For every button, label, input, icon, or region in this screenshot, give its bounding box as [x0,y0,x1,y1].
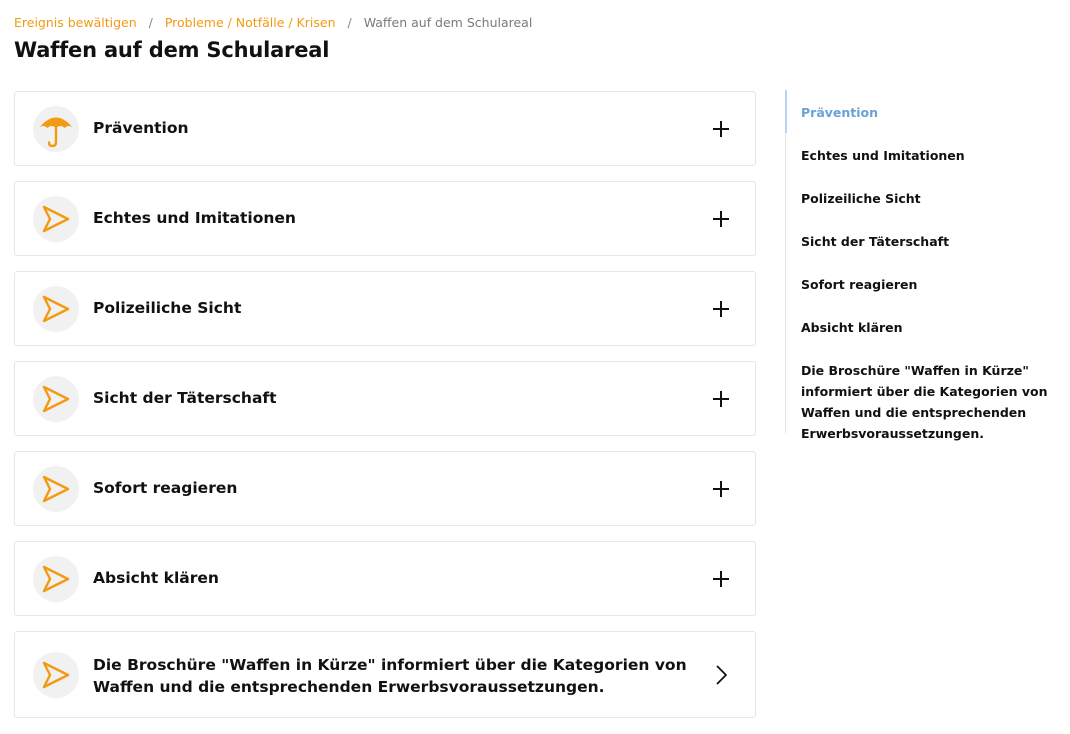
accordion-item-polizeiliche-sicht[interactable]: Polizeiliche Sicht [14,271,756,346]
paper-plane-icon [33,556,79,602]
toc-active-marker [785,90,787,133]
paper-plane-icon [33,652,79,698]
chevron-right-icon[interactable] [709,663,733,687]
breadcrumb-link-probleme[interactable]: Probleme / Notfälle / Krisen [165,15,336,30]
breadcrumb-current: Waffen auf dem Schulareal [363,15,533,30]
accordion-item-absicht-klaeren[interactable]: Absicht klären [14,541,756,616]
toc-item-praevention[interactable]: Prävention [801,102,1056,123]
plus-icon[interactable] [709,567,733,591]
accordion-item-label: Echtes und Imitationen [93,209,296,227]
toc-item-polizeiliche-sicht[interactable]: Polizeiliche Sicht [801,188,1056,209]
accordion-item-label: Sofort reagieren [93,479,238,497]
toc-item-echtes-imitationen[interactable]: Echtes und Imitationen [801,145,1056,166]
accordion-item-label: Prävention [93,119,189,137]
toc-item-broschuere[interactable]: Die Broschüre "Waffen in Kürze" informie… [801,360,1056,444]
plus-icon[interactable] [709,207,733,231]
umbrella-icon [33,106,79,152]
paper-plane-icon [33,286,79,332]
accordion-item-broschuere-link[interactable]: Die Broschüre "Waffen in Kürze" informie… [14,631,756,718]
accordion-item-label: Polizeiliche Sicht [93,299,242,317]
accordion-item-label: Sicht der Täterschaft [93,389,277,407]
accordion-item-echtes-imitationen[interactable]: Echtes und Imitationen [14,181,756,256]
plus-icon[interactable] [709,297,733,321]
paper-plane-icon [33,376,79,422]
breadcrumb-link-ereignis[interactable]: Ereignis bewältigen [14,15,137,30]
toc-item-absicht-klaeren[interactable]: Absicht klären [801,317,1056,338]
toc-item-sofort-reagieren[interactable]: Sofort reagieren [801,274,1056,295]
accordion-item-sicht-taeterschaft[interactable]: Sicht der Täterschaft [14,361,756,436]
accordion-item-label: Absicht klären [93,569,219,587]
breadcrumb-separator: / [148,15,153,30]
breadcrumb: Ereignis bewältigen / Probleme / Notfäll… [14,15,532,30]
plus-icon[interactable] [709,117,733,141]
paper-plane-icon [33,196,79,242]
accordion-item-praevention[interactable]: Prävention [14,91,756,166]
page-title: Waffen auf dem Schulareal [14,38,330,62]
plus-icon[interactable] [709,477,733,501]
accordion-list: Prävention Echtes und Imitationen Polize… [14,91,756,733]
accordion-item-sofort-reagieren[interactable]: Sofort reagieren [14,451,756,526]
breadcrumb-separator: / [347,15,352,30]
accordion-item-label: Die Broschüre "Waffen in Kürze" informie… [93,656,687,696]
paper-plane-icon [33,466,79,512]
table-of-contents: Prävention Echtes und Imitationen Polize… [785,90,1056,441]
toc-item-sicht-taeterschaft[interactable]: Sicht der Täterschaft [801,231,1056,252]
plus-icon[interactable] [709,387,733,411]
